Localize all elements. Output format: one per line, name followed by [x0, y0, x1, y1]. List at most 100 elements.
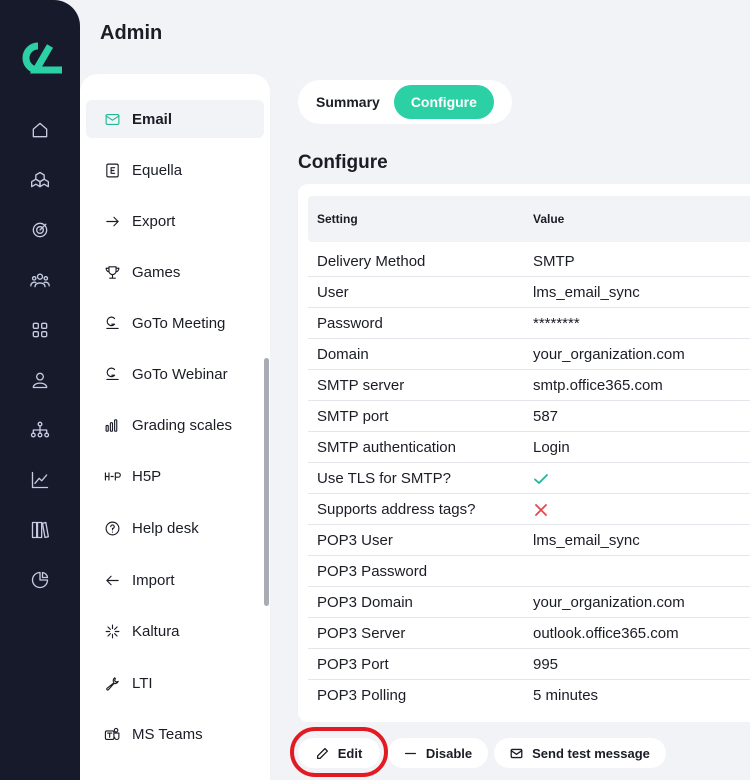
value-cell: outlook.office365.com	[533, 625, 679, 642]
table-row: Domain your_organization.com	[308, 339, 750, 370]
menu-item-import[interactable]: Import	[86, 561, 264, 599]
menu-item-label: LTI	[132, 674, 153, 692]
table-row: SMTP authentication Login	[308, 432, 750, 463]
page-title: Admin	[100, 22, 163, 44]
menu-item-label: Grading scales	[132, 416, 233, 434]
x-icon	[535, 504, 547, 516]
setting-cell: POP3 Server	[317, 625, 406, 642]
value-cell	[533, 470, 549, 491]
user-icon[interactable]	[28, 368, 52, 392]
table-row: Delivery Method SMTP	[308, 246, 750, 277]
goto-icon	[102, 313, 122, 333]
menu-item-label: Equella	[132, 161, 183, 179]
value-cell: SMTP	[533, 253, 575, 270]
table-row: POP3 Password	[308, 556, 750, 587]
table-row: Supports address tags?	[308, 494, 750, 525]
goto-icon	[102, 364, 122, 384]
help-icon	[102, 518, 122, 538]
setting-cell: POP3 User	[317, 532, 393, 549]
home-icon[interactable]	[28, 118, 52, 142]
setting-cell: POP3 Port	[317, 656, 389, 673]
minus-icon	[404, 752, 416, 754]
value-cell: lms_email_sync	[533, 284, 640, 301]
menu-item-label: Games	[132, 263, 181, 281]
section-title: Configure	[298, 152, 388, 173]
setting-cell: POP3 Polling	[317, 687, 407, 704]
setting-cell: Delivery Method	[317, 253, 426, 270]
setting-cell: POP3 Domain	[317, 594, 413, 611]
column-header-value: Value	[533, 212, 565, 226]
value-cell: Login	[533, 439, 570, 456]
logo-icon[interactable]	[14, 40, 66, 76]
org-chart-icon[interactable]	[28, 418, 52, 442]
menu-item-lti[interactable]: LTI	[86, 664, 264, 702]
menu-item-h5p[interactable]: H5P	[86, 457, 264, 495]
trophy-icon	[102, 262, 122, 282]
pie-chart-icon[interactable]	[28, 568, 52, 592]
view-tabs: Summary Configure	[298, 80, 512, 124]
setting-cell: User	[317, 284, 349, 301]
value-cell: 5 minutes	[533, 687, 599, 704]
column-header-setting: Setting	[317, 212, 358, 226]
kaltura-icon	[102, 621, 122, 641]
setting-cell: SMTP authentication	[317, 439, 456, 456]
table-row: Password ********	[308, 308, 750, 339]
mail-icon	[510, 748, 523, 758]
value-cell: 587	[533, 408, 559, 425]
equella-icon	[102, 160, 122, 180]
tab-summary[interactable]: Summary	[302, 85, 394, 119]
value-cell: 995	[533, 656, 559, 673]
menu-item-label: Export	[132, 212, 176, 230]
menu-item-goto-meeting[interactable]: GoTo Meeting	[86, 304, 264, 342]
menu-item-help-desk[interactable]: Help desk	[86, 509, 264, 547]
value-cell: smtp.office365.com	[533, 377, 663, 394]
settings-table: Setting Value Delivery Method SMTP User …	[298, 184, 750, 722]
setting-cell: SMTP server	[317, 377, 405, 394]
setting-cell: Password	[317, 315, 383, 332]
table-row: POP3 User lms_email_sync	[308, 525, 750, 556]
library-icon[interactable]	[28, 518, 52, 542]
app-rail	[0, 0, 80, 780]
menu-item-label: GoTo Webinar	[132, 365, 228, 383]
table-row: SMTP server smtp.office365.com	[308, 370, 750, 401]
disable-button-label: Disable	[425, 745, 473, 761]
setting-cell: Supports address tags?	[317, 501, 476, 518]
send-test-message-button[interactable]: Send test message	[494, 738, 666, 768]
menu-item-grading-scales[interactable]: Grading scales	[86, 406, 264, 444]
menu-item-equella[interactable]: Equella	[86, 151, 264, 189]
menu-item-label: Kaltura	[132, 622, 180, 640]
table-row: User lms_email_sync	[308, 277, 750, 308]
mail-icon	[102, 109, 122, 129]
value-cell: lms_email_sync	[533, 532, 640, 549]
table-row: POP3 Polling 5 minutes	[308, 680, 750, 711]
value-cell	[533, 501, 549, 522]
menu-item-games[interactable]: Games	[86, 253, 264, 291]
value-cell: ********	[533, 315, 580, 332]
line-chart-icon[interactable]	[28, 468, 52, 492]
disable-button[interactable]: Disable	[388, 738, 488, 768]
cubes-icon[interactable]	[28, 168, 52, 192]
settings-menu: Email Equella Export Games GoTo Meeting …	[80, 74, 270, 780]
menu-item-kaltura[interactable]: Kaltura	[86, 612, 264, 650]
arrow-left-icon	[102, 570, 122, 590]
send-test-message-label: Send test message	[532, 745, 650, 761]
menu-scrollbar[interactable]	[264, 358, 269, 606]
menu-item-email[interactable]: Email	[86, 100, 264, 138]
tab-configure[interactable]: Configure	[393, 85, 494, 119]
wrench-icon	[102, 673, 122, 693]
users-icon[interactable]	[28, 268, 52, 292]
menu-item-label: GoTo Meeting	[132, 314, 226, 332]
arrow-right-icon	[102, 211, 122, 231]
menu-item-label: Help desk	[132, 519, 199, 537]
menu-item-export[interactable]: Export	[86, 202, 264, 240]
highlight-annotation	[290, 727, 388, 777]
setting-cell: SMTP port	[317, 408, 389, 425]
value-cell: your_organization.com	[533, 594, 685, 611]
setting-cell: Domain	[317, 346, 369, 363]
target-icon[interactable]	[28, 218, 52, 242]
grid-icon[interactable]	[28, 318, 52, 342]
menu-item-goto-webinar[interactable]: GoTo Webinar	[86, 355, 264, 393]
menu-item-ms-teams[interactable]: MS Teams	[86, 715, 264, 753]
menu-item-label: H5P	[132, 467, 162, 485]
table-row: Use TLS for SMTP?	[308, 463, 750, 494]
